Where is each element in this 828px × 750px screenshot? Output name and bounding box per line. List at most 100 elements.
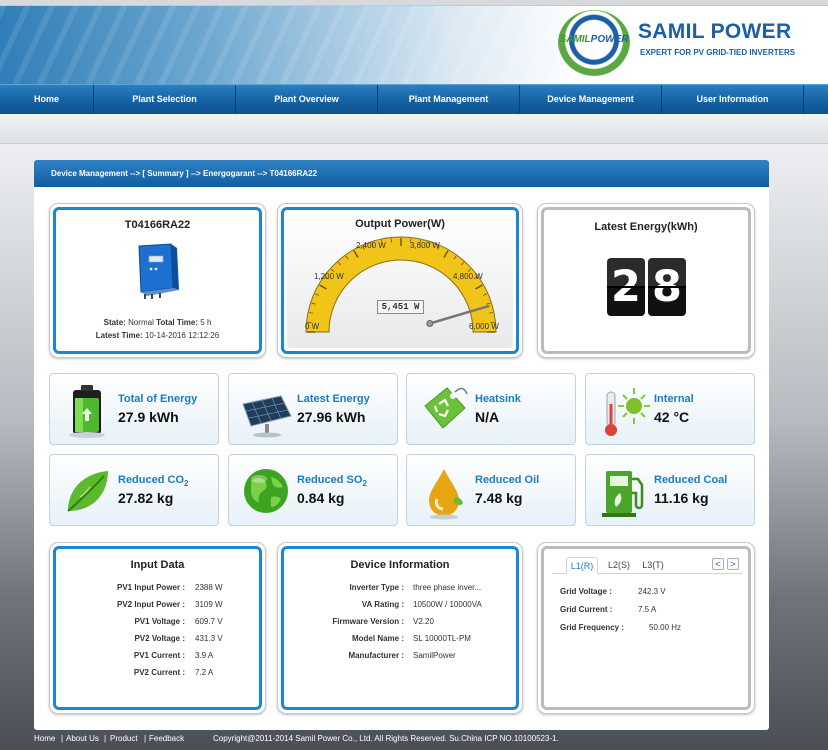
device-state-line: State: Normal Total Time: 5 h bbox=[50, 318, 265, 327]
nav-home[interactable]: Home bbox=[0, 85, 94, 114]
stat-label: Reduced Coal bbox=[654, 474, 728, 486]
row-value: SL 10000TL-PM bbox=[413, 634, 471, 643]
energy-digit-1: 2 bbox=[607, 258, 645, 316]
stat-latest-energy[interactable]: Latest Energy 27.96 kWh bbox=[228, 373, 398, 445]
gauge-tick-6000: 6,000 W bbox=[469, 322, 499, 331]
gauge-tick-3600: 3,600 W bbox=[410, 241, 440, 250]
grid-row-value: 242.3 V bbox=[638, 587, 666, 596]
nav-plant-selection[interactable]: Plant Selection bbox=[94, 85, 236, 114]
row-value: 10500W / 10000VA bbox=[413, 600, 482, 609]
footer: Home | About Us | Product | Feedback Cop… bbox=[34, 732, 794, 748]
footer-copyright: Copyright@2011-2014 Samil Power Co., Ltd… bbox=[213, 734, 559, 743]
device-info-card: Device Information Inverter Type : three … bbox=[277, 542, 523, 714]
footer-separator: | bbox=[144, 734, 147, 743]
output-power-card[interactable]: Output Power(W) 2,400 W 3,600 W 1,200 W … bbox=[277, 203, 523, 358]
next-phase-button[interactable]: > bbox=[727, 558, 739, 570]
stat-reduced-oil[interactable]: Reduced Oil 7.48 kg bbox=[406, 454, 576, 526]
oil-drop-icon bbox=[429, 469, 463, 520]
globe-icon bbox=[244, 469, 288, 513]
content-panel: Device Management --> [ Summary ] --> En… bbox=[34, 160, 769, 730]
brand-subtitle: EXPERT FOR PV GRID-TIED INVERTERS bbox=[640, 48, 796, 57]
stat-label: Total of Energy bbox=[118, 393, 198, 405]
nav-plant-management[interactable]: Plant Management bbox=[378, 85, 520, 114]
input-data-card: Input Data PV1 Input Power : 2388 W PV2 In… bbox=[49, 542, 266, 714]
nav-plant-overview[interactable]: Plant Overview bbox=[236, 85, 378, 114]
gauge-tick-1200: 1,200 W bbox=[314, 272, 344, 281]
tab-l3[interactable]: L3(T) bbox=[638, 557, 668, 574]
battery-icon bbox=[69, 385, 105, 438]
brand-title: SAMIL POWER bbox=[638, 20, 792, 43]
footer-link-feedback[interactable]: Feedback bbox=[149, 734, 184, 743]
stat-value: 42 °C bbox=[654, 409, 690, 425]
stat-value: 27.82 kg bbox=[118, 490, 174, 506]
latest-time-label: Latest Time: bbox=[95, 331, 143, 340]
stat-label: Reduced CO2 bbox=[118, 474, 189, 489]
grid-row-value: 7.5 A bbox=[638, 605, 657, 614]
row-value: 3109 W bbox=[195, 600, 223, 609]
row-value: three phase inver... bbox=[413, 583, 482, 592]
header-decoration bbox=[0, 6, 560, 84]
stat-reduced-co2[interactable]: Reduced CO2 27.82 kg bbox=[49, 454, 219, 526]
stat-heatsink[interactable]: Heatsink N/A bbox=[406, 373, 576, 445]
output-power-gauge bbox=[305, 236, 497, 333]
row-label: Firmware Version : bbox=[332, 617, 404, 626]
energy-digit-2: 8 bbox=[648, 258, 686, 316]
nav-device-management[interactable]: Device Management bbox=[520, 85, 662, 114]
stat-value: 7.48 kg bbox=[475, 490, 523, 506]
samil-power-logo[interactable]: SAMILPOWER SAMIL POWER EXPERT FOR PV GRI… bbox=[554, 10, 814, 80]
thermometer-sun-icon bbox=[605, 388, 650, 436]
latest-energy-title: Latest Energy(kWh) bbox=[594, 221, 698, 233]
input-data-title: Input Data bbox=[130, 559, 185, 571]
row-label: PV2 Current : bbox=[133, 668, 185, 677]
row-value: 609.7 V bbox=[195, 617, 223, 626]
leaf-icon bbox=[67, 471, 108, 512]
device-info-title: Device Information bbox=[350, 559, 450, 571]
device-card[interactable]: T04166RA22 State: Normal Total Time: 5 h… bbox=[49, 203, 266, 358]
stat-internal[interactable]: Internal 42 °C bbox=[585, 373, 755, 445]
stat-value: 27.9 kWh bbox=[118, 409, 179, 425]
grid-card: L1(R) L2(S) L3(T) < > Grid Voltage : 242.… bbox=[537, 542, 755, 714]
tab-l2[interactable]: L2(S) bbox=[604, 557, 634, 574]
main-nav: Home Plant Selection Plant Overview Plan… bbox=[0, 84, 828, 114]
prev-phase-button[interactable]: < bbox=[712, 558, 724, 570]
stat-reduced-so2[interactable]: Reduced SO2 0.84 kg bbox=[228, 454, 398, 526]
stat-total-energy[interactable]: Total of Energy 27.9 kWh bbox=[49, 373, 219, 445]
site-header: SAMILPOWER SAMIL POWER EXPERT FOR PV GRI… bbox=[0, 6, 828, 84]
stat-label: Reduced SO2 bbox=[297, 474, 367, 489]
gauge-needle-hub bbox=[426, 319, 434, 327]
footer-link-home[interactable]: Home bbox=[34, 734, 55, 743]
nav-user-information[interactable]: User Information bbox=[662, 85, 804, 114]
grid-row-label: Grid Frequency : bbox=[560, 623, 625, 632]
row-label: Model Name : bbox=[351, 634, 404, 643]
footer-link-about-us[interactable]: About Us bbox=[66, 734, 99, 743]
row-label: VA Rating : bbox=[361, 600, 404, 609]
footer-separator: | bbox=[104, 734, 107, 743]
row-value: 7.2 A bbox=[195, 668, 214, 677]
logo-emblem-text: SAMILPOWER bbox=[559, 34, 629, 45]
latest-time-value: 10-14-2016 12:12:26 bbox=[144, 331, 220, 340]
row-label: PV2 Input Power : bbox=[116, 600, 185, 609]
stat-value: N/A bbox=[475, 409, 500, 425]
gauge-tick-2400: 2,400 W bbox=[356, 241, 386, 250]
stat-value: 0.84 kg bbox=[297, 490, 345, 506]
stat-reduced-coal[interactable]: Reduced Coal 11.16 kg bbox=[585, 454, 755, 526]
row-label: PV1 Current : bbox=[133, 651, 185, 660]
breadcrumb: Device Management --> [ Summary ] --> En… bbox=[34, 160, 769, 187]
stat-label: Internal bbox=[654, 393, 694, 405]
recycle-tag-icon bbox=[424, 387, 468, 429]
total-time-value: 5 h bbox=[200, 318, 212, 327]
latest-energy-card[interactable]: Latest Energy(kWh) 2 8 bbox=[537, 203, 755, 358]
footer-link-product[interactable]: Product bbox=[110, 734, 138, 743]
grid-row-label: Grid Current : bbox=[560, 605, 613, 614]
footer-separator: | bbox=[61, 734, 64, 743]
solar-panel-icon bbox=[242, 395, 292, 438]
row-value: SamilPower bbox=[413, 651, 456, 660]
total-time-label: Total Time: bbox=[156, 318, 199, 327]
inverter-image-icon bbox=[138, 243, 179, 299]
state-value: Normal bbox=[128, 318, 154, 327]
row-label: Manufacturer : bbox=[348, 651, 404, 660]
row-label: Inverter Type : bbox=[349, 583, 404, 592]
gauge-tick-0: 0 W bbox=[305, 322, 320, 331]
tab-l1[interactable]: L1(R) bbox=[566, 557, 598, 574]
